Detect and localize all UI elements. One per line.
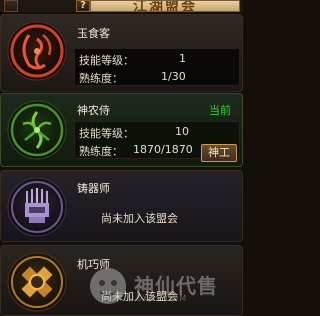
guild-card-yushike[interactable]: 玉食客 技能等级： 1 熟练度： 1/30 [0, 14, 243, 92]
guild-name: 神农侍 [77, 104, 110, 117]
current-badge: 当前 [209, 104, 231, 117]
proficiency-value: 1/30 [161, 70, 186, 83]
proficiency-value: 1870/1870 [133, 143, 193, 156]
zhuqishi-emblem-icon [7, 177, 67, 237]
shengong-button[interactable]: 神工 [201, 144, 237, 162]
not-joined-status: 尚未加入该盟会 [101, 212, 178, 225]
shennongshi-emblem-icon [7, 100, 67, 160]
skill-info-box: 技能等级： 1 熟练度： 1/30 [74, 48, 240, 86]
skill-level-value: 10 [175, 125, 189, 138]
guild-name: 玉食客 [77, 27, 110, 40]
window-title: 江湖盟会 [133, 0, 197, 12]
yushike-emblem-icon [7, 21, 67, 81]
guild-name: 机巧师 [77, 258, 110, 271]
jiqiaoshi-emblem-icon [7, 252, 67, 312]
skill-level-value: 1 [179, 52, 186, 65]
skill-level-label: 技能等级： [79, 54, 134, 67]
proficiency-label: 熟练度： [79, 72, 123, 85]
guild-name: 铸器师 [77, 182, 110, 195]
guild-card-zhuqishi[interactable]: 铸器师 尚未加入该盟会 [0, 170, 243, 242]
guild-card-jiqiaoshi[interactable]: 机巧师 尚未加入该盟会 [0, 245, 243, 316]
skill-level-label: 技能等级： [79, 127, 134, 140]
guild-card-shennongshi[interactable]: 神农侍 当前 技能等级： 10 熟练度： 1870/1870 神工 [0, 93, 243, 167]
top-bar: ? 江湖盟会 [0, 0, 243, 12]
proficiency-label: 熟练度： [79, 145, 123, 158]
not-joined-status: 尚未加入该盟会 [101, 290, 178, 303]
help-button[interactable]: ? [76, 0, 90, 12]
corner-button[interactable] [4, 0, 18, 12]
title-tab: 江湖盟会 [90, 0, 240, 12]
